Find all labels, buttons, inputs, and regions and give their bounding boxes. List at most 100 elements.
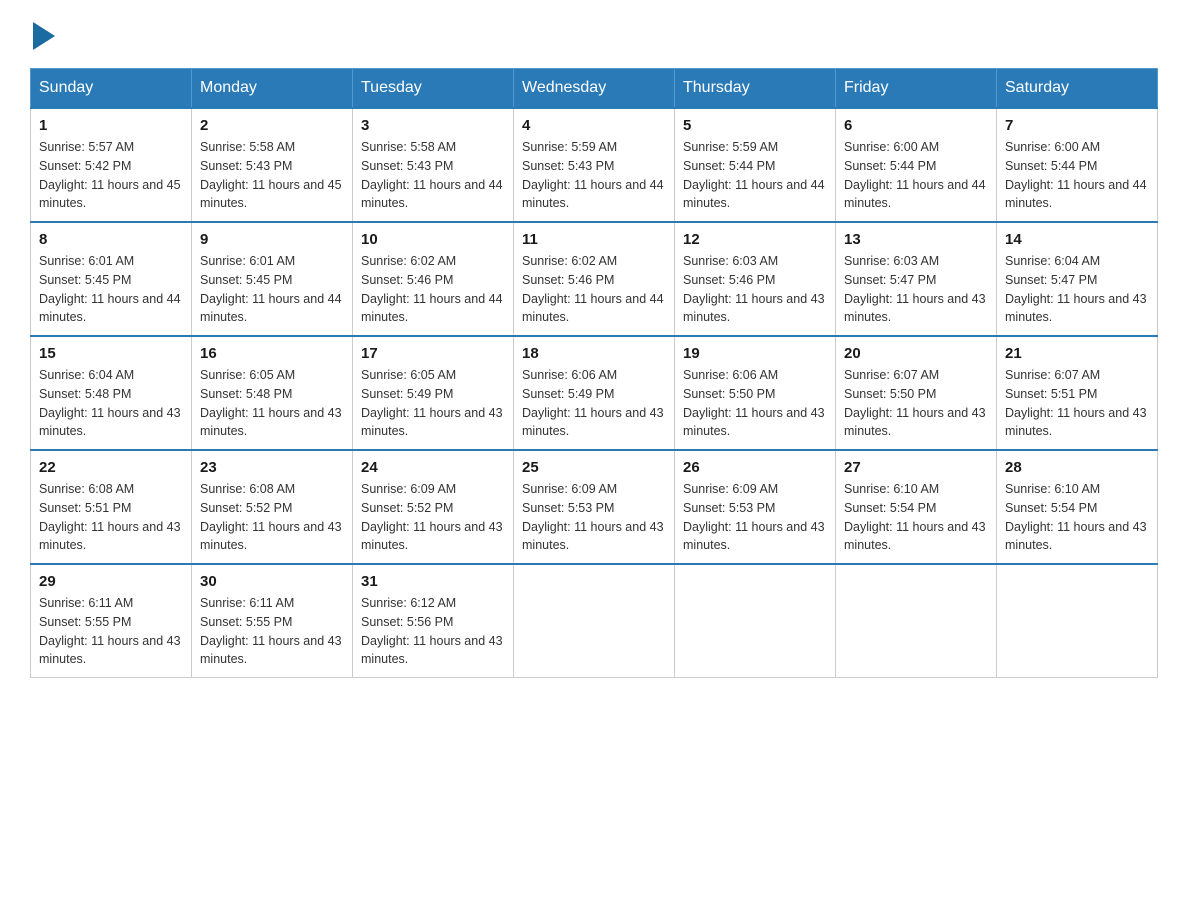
day-cell: 27 Sunrise: 6:10 AMSunset: 5:54 PMDaylig… bbox=[836, 450, 997, 564]
day-info: Sunrise: 6:08 AMSunset: 5:52 PMDaylight:… bbox=[200, 482, 342, 552]
day-number: 27 bbox=[844, 459, 988, 476]
day-cell: 23 Sunrise: 6:08 AMSunset: 5:52 PMDaylig… bbox=[192, 450, 353, 564]
day-info: Sunrise: 6:09 AMSunset: 5:53 PMDaylight:… bbox=[683, 482, 825, 552]
day-info: Sunrise: 6:01 AMSunset: 5:45 PMDaylight:… bbox=[200, 254, 342, 324]
day-cell: 31 Sunrise: 6:12 AMSunset: 5:56 PMDaylig… bbox=[353, 564, 514, 678]
day-cell: 14 Sunrise: 6:04 AMSunset: 5:47 PMDaylig… bbox=[997, 222, 1158, 336]
day-info: Sunrise: 6:10 AMSunset: 5:54 PMDaylight:… bbox=[844, 482, 986, 552]
day-number: 30 bbox=[200, 573, 344, 590]
day-cell: 9 Sunrise: 6:01 AMSunset: 5:45 PMDayligh… bbox=[192, 222, 353, 336]
day-cell bbox=[836, 564, 997, 678]
day-number: 11 bbox=[522, 231, 666, 248]
day-number: 31 bbox=[361, 573, 505, 590]
day-cell: 26 Sunrise: 6:09 AMSunset: 5:53 PMDaylig… bbox=[675, 450, 836, 564]
day-number: 23 bbox=[200, 459, 344, 476]
day-cell: 6 Sunrise: 6:00 AMSunset: 5:44 PMDayligh… bbox=[836, 108, 997, 222]
day-cell: 30 Sunrise: 6:11 AMSunset: 5:55 PMDaylig… bbox=[192, 564, 353, 678]
day-number: 25 bbox=[522, 459, 666, 476]
day-cell: 1 Sunrise: 5:57 AMSunset: 5:42 PMDayligh… bbox=[31, 108, 192, 222]
page-header bbox=[30, 20, 1158, 48]
day-info: Sunrise: 6:03 AMSunset: 5:47 PMDaylight:… bbox=[844, 254, 986, 324]
day-info: Sunrise: 6:04 AMSunset: 5:48 PMDaylight:… bbox=[39, 368, 181, 438]
day-number: 5 bbox=[683, 117, 827, 134]
day-info: Sunrise: 6:06 AMSunset: 5:49 PMDaylight:… bbox=[522, 368, 664, 438]
day-cell: 12 Sunrise: 6:03 AMSunset: 5:46 PMDaylig… bbox=[675, 222, 836, 336]
day-info: Sunrise: 5:58 AMSunset: 5:43 PMDaylight:… bbox=[200, 140, 342, 210]
day-number: 7 bbox=[1005, 117, 1149, 134]
weekday-header-friday: Friday bbox=[836, 69, 997, 109]
day-cell: 10 Sunrise: 6:02 AMSunset: 5:46 PMDaylig… bbox=[353, 222, 514, 336]
day-cell: 2 Sunrise: 5:58 AMSunset: 5:43 PMDayligh… bbox=[192, 108, 353, 222]
day-cell: 19 Sunrise: 6:06 AMSunset: 5:50 PMDaylig… bbox=[675, 336, 836, 450]
day-info: Sunrise: 5:57 AMSunset: 5:42 PMDaylight:… bbox=[39, 140, 181, 210]
week-row-5: 29 Sunrise: 6:11 AMSunset: 5:55 PMDaylig… bbox=[31, 564, 1158, 678]
day-cell bbox=[997, 564, 1158, 678]
day-info: Sunrise: 6:10 AMSunset: 5:54 PMDaylight:… bbox=[1005, 482, 1147, 552]
weekday-header-thursday: Thursday bbox=[675, 69, 836, 109]
day-cell: 4 Sunrise: 5:59 AMSunset: 5:43 PMDayligh… bbox=[514, 108, 675, 222]
day-info: Sunrise: 6:02 AMSunset: 5:46 PMDaylight:… bbox=[361, 254, 503, 324]
day-info: Sunrise: 6:07 AMSunset: 5:50 PMDaylight:… bbox=[844, 368, 986, 438]
weekday-header-monday: Monday bbox=[192, 69, 353, 109]
weekday-header-sunday: Sunday bbox=[31, 69, 192, 109]
day-number: 10 bbox=[361, 231, 505, 248]
day-info: Sunrise: 6:00 AMSunset: 5:44 PMDaylight:… bbox=[844, 140, 986, 210]
day-number: 12 bbox=[683, 231, 827, 248]
day-number: 22 bbox=[39, 459, 183, 476]
day-cell bbox=[514, 564, 675, 678]
day-number: 16 bbox=[200, 345, 344, 362]
day-cell: 3 Sunrise: 5:58 AMSunset: 5:43 PMDayligh… bbox=[353, 108, 514, 222]
day-info: Sunrise: 6:07 AMSunset: 5:51 PMDaylight:… bbox=[1005, 368, 1147, 438]
day-number: 29 bbox=[39, 573, 183, 590]
day-number: 20 bbox=[844, 345, 988, 362]
day-info: Sunrise: 6:00 AMSunset: 5:44 PMDaylight:… bbox=[1005, 140, 1147, 210]
day-number: 3 bbox=[361, 117, 505, 134]
day-cell: 25 Sunrise: 6:09 AMSunset: 5:53 PMDaylig… bbox=[514, 450, 675, 564]
day-cell: 18 Sunrise: 6:06 AMSunset: 5:49 PMDaylig… bbox=[514, 336, 675, 450]
day-info: Sunrise: 6:04 AMSunset: 5:47 PMDaylight:… bbox=[1005, 254, 1147, 324]
day-number: 15 bbox=[39, 345, 183, 362]
day-number: 18 bbox=[522, 345, 666, 362]
day-number: 24 bbox=[361, 459, 505, 476]
day-info: Sunrise: 6:08 AMSunset: 5:51 PMDaylight:… bbox=[39, 482, 181, 552]
day-cell: 29 Sunrise: 6:11 AMSunset: 5:55 PMDaylig… bbox=[31, 564, 192, 678]
week-row-2: 8 Sunrise: 6:01 AMSunset: 5:45 PMDayligh… bbox=[31, 222, 1158, 336]
day-number: 4 bbox=[522, 117, 666, 134]
weekday-header-saturday: Saturday bbox=[997, 69, 1158, 109]
day-cell: 21 Sunrise: 6:07 AMSunset: 5:51 PMDaylig… bbox=[997, 336, 1158, 450]
day-info: Sunrise: 6:06 AMSunset: 5:50 PMDaylight:… bbox=[683, 368, 825, 438]
day-info: Sunrise: 6:09 AMSunset: 5:52 PMDaylight:… bbox=[361, 482, 503, 552]
day-cell: 11 Sunrise: 6:02 AMSunset: 5:46 PMDaylig… bbox=[514, 222, 675, 336]
day-info: Sunrise: 6:11 AMSunset: 5:55 PMDaylight:… bbox=[200, 596, 342, 666]
day-info: Sunrise: 6:05 AMSunset: 5:49 PMDaylight:… bbox=[361, 368, 503, 438]
day-info: Sunrise: 6:01 AMSunset: 5:45 PMDaylight:… bbox=[39, 254, 181, 324]
day-number: 2 bbox=[200, 117, 344, 134]
day-number: 21 bbox=[1005, 345, 1149, 362]
weekday-header-tuesday: Tuesday bbox=[353, 69, 514, 109]
day-cell: 22 Sunrise: 6:08 AMSunset: 5:51 PMDaylig… bbox=[31, 450, 192, 564]
week-row-1: 1 Sunrise: 5:57 AMSunset: 5:42 PMDayligh… bbox=[31, 108, 1158, 222]
day-cell: 5 Sunrise: 5:59 AMSunset: 5:44 PMDayligh… bbox=[675, 108, 836, 222]
day-info: Sunrise: 6:05 AMSunset: 5:48 PMDaylight:… bbox=[200, 368, 342, 438]
day-number: 13 bbox=[844, 231, 988, 248]
day-cell: 16 Sunrise: 6:05 AMSunset: 5:48 PMDaylig… bbox=[192, 336, 353, 450]
day-info: Sunrise: 6:09 AMSunset: 5:53 PMDaylight:… bbox=[522, 482, 664, 552]
weekday-header-row: SundayMondayTuesdayWednesdayThursdayFrid… bbox=[31, 69, 1158, 109]
day-cell: 8 Sunrise: 6:01 AMSunset: 5:45 PMDayligh… bbox=[31, 222, 192, 336]
day-number: 9 bbox=[200, 231, 344, 248]
day-cell: 28 Sunrise: 6:10 AMSunset: 5:54 PMDaylig… bbox=[997, 450, 1158, 564]
week-row-4: 22 Sunrise: 6:08 AMSunset: 5:51 PMDaylig… bbox=[31, 450, 1158, 564]
day-cell: 7 Sunrise: 6:00 AMSunset: 5:44 PMDayligh… bbox=[997, 108, 1158, 222]
calendar-table: SundayMondayTuesdayWednesdayThursdayFrid… bbox=[30, 68, 1158, 678]
day-number: 1 bbox=[39, 117, 183, 134]
day-cell: 24 Sunrise: 6:09 AMSunset: 5:52 PMDaylig… bbox=[353, 450, 514, 564]
day-info: Sunrise: 6:11 AMSunset: 5:55 PMDaylight:… bbox=[39, 596, 181, 666]
day-number: 8 bbox=[39, 231, 183, 248]
day-info: Sunrise: 5:59 AMSunset: 5:44 PMDaylight:… bbox=[683, 140, 825, 210]
day-number: 17 bbox=[361, 345, 505, 362]
week-row-3: 15 Sunrise: 6:04 AMSunset: 5:48 PMDaylig… bbox=[31, 336, 1158, 450]
day-info: Sunrise: 6:03 AMSunset: 5:46 PMDaylight:… bbox=[683, 254, 825, 324]
logo bbox=[30, 20, 55, 48]
day-number: 6 bbox=[844, 117, 988, 134]
day-cell: 13 Sunrise: 6:03 AMSunset: 5:47 PMDaylig… bbox=[836, 222, 997, 336]
